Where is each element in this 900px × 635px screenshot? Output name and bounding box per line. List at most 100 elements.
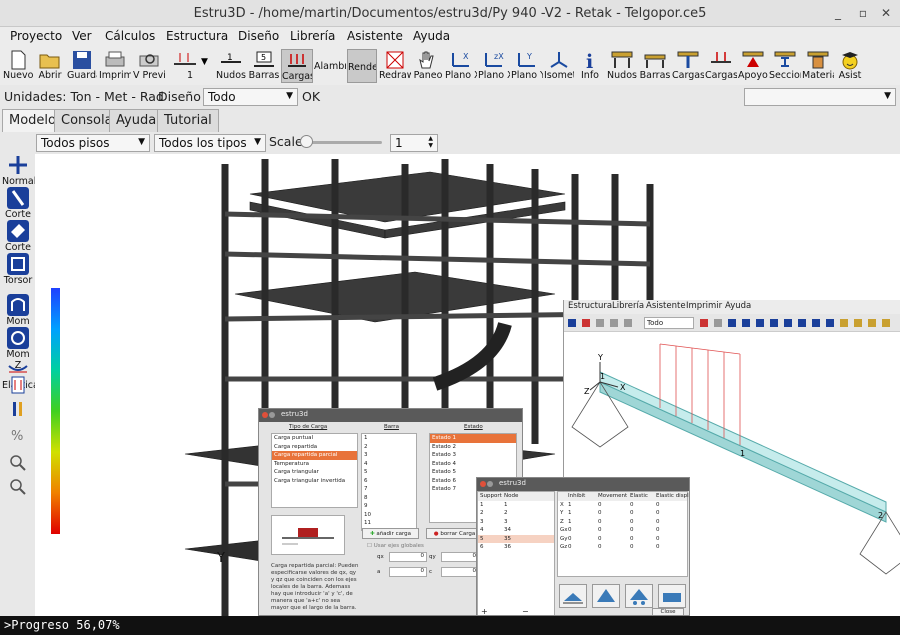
- redraw-button[interactable]: Redraw: [379, 49, 411, 83]
- result-tool-1-button[interactable]: [2, 374, 34, 396]
- list-item[interactable]: Estado 5: [430, 468, 516, 477]
- nuevo-button[interactable]: Nuevo: [3, 49, 33, 83]
- list-item[interactable]: Carga triangular: [272, 468, 357, 477]
- close-button[interactable]: ✕: [878, 5, 894, 21]
- remove-load-button[interactable]: ● borrar Carga: [426, 528, 483, 539]
- beam-menu-imprimir[interactable]: Imprimir: [686, 301, 722, 311]
- global-axes-checkbox[interactable]: ☐ Usar ejes globales: [367, 543, 424, 549]
- nudos-toggle-button[interactable]: 1 Nudos: [215, 49, 247, 83]
- close-icon[interactable]: [480, 481, 486, 487]
- alambrico-button[interactable]: Alambric: [314, 49, 346, 83]
- support-type-pinned-button[interactable]: [592, 584, 620, 608]
- list-item[interactable]: 1: [362, 434, 416, 443]
- minimize-button[interactable]: _: [830, 5, 846, 21]
- cargas-toggle-button[interactable]: Cargas: [281, 49, 313, 83]
- pisos-select[interactable]: Todos pisos ▼: [36, 134, 150, 152]
- barras-table-button[interactable]: Barras: [639, 49, 671, 83]
- diseno-select[interactable]: Todo ▼: [203, 88, 298, 106]
- list-item[interactable]: 7: [362, 485, 416, 494]
- list-item[interactable]: Carga repartida parcial: [272, 451, 357, 460]
- ok-button[interactable]: OK: [302, 89, 320, 104]
- menu-ver[interactable]: Ver: [72, 29, 92, 43]
- list-item[interactable]: 6: [362, 477, 416, 486]
- qx-input[interactable]: 0: [389, 552, 427, 562]
- render-button[interactable]: Render: [347, 49, 377, 83]
- qy-input[interactable]: 0: [441, 552, 479, 562]
- table-row[interactable]: 22: [478, 509, 554, 518]
- table-row[interactable]: 4 34: [478, 526, 554, 535]
- list-item[interactable]: Carga triangular invertida: [272, 477, 357, 486]
- scale-slider-track[interactable]: [302, 141, 382, 144]
- list-item[interactable]: 10: [362, 511, 416, 520]
- table-row[interactable]: 6 36: [478, 543, 554, 552]
- add-support-button[interactable]: +: [481, 607, 488, 615]
- table-row[interactable]: 5 35: [478, 534, 554, 543]
- menu-estructura[interactable]: Estructura: [166, 29, 228, 43]
- abrir-button[interactable]: Abrir: [35, 49, 65, 83]
- support-type-fixed-button[interactable]: [559, 584, 587, 608]
- vista-previa-button[interactable]: V Previa: [133, 49, 165, 83]
- list-item[interactable]: 9: [362, 502, 416, 511]
- menu-asistente[interactable]: Asistente: [347, 29, 403, 43]
- nudos-table-button[interactable]: Nudos: [606, 49, 638, 83]
- asistente-button[interactable]: Asist: [835, 49, 865, 83]
- maximize-button[interactable]: ▫: [855, 5, 871, 21]
- table-row[interactable]: Gz 0 0 0 0: [558, 543, 687, 552]
- zoom-out-button[interactable]: [2, 476, 34, 498]
- apoyos-button[interactable]: Apoyos: [738, 49, 768, 83]
- beam-menu-ayuda[interactable]: Ayuda: [725, 301, 751, 311]
- minimize-icon[interactable]: [269, 412, 275, 418]
- list-item[interactable]: Carga repartida: [272, 443, 357, 452]
- barras-toggle-button[interactable]: 5 Barras: [248, 49, 280, 83]
- c-input[interactable]: 0: [441, 567, 479, 577]
- support-type-elastic-button[interactable]: [658, 584, 686, 608]
- list-item[interactable]: Estado 3: [430, 451, 516, 460]
- menu-libreria[interactable]: Librería: [290, 29, 335, 43]
- beam-menu-asistente[interactable]: Asistente: [646, 301, 686, 311]
- imprimir-button[interactable]: Imprimir: [99, 49, 131, 83]
- table-row[interactable]: 11: [478, 501, 554, 510]
- load-state-selector[interactable]: ▼ 1: [168, 49, 212, 83]
- close-icon[interactable]: [262, 412, 268, 418]
- plano-xz-button[interactable]: zX Plano XZ: [478, 49, 510, 83]
- support-type-roller-button[interactable]: [625, 584, 653, 608]
- table-row[interactable]: Y1000: [558, 509, 687, 518]
- plano-xy-button[interactable]: X Plano XY: [445, 49, 477, 83]
- cargas-table-button[interactable]: Cargas: [672, 49, 704, 83]
- list-item[interactable]: 11: [362, 519, 416, 528]
- material-button[interactable]: Materia: [802, 49, 834, 83]
- result-tool-2-button[interactable]: [2, 398, 34, 420]
- table-row[interactable]: X1000: [558, 501, 687, 510]
- tab-tutorial[interactable]: Tutorial: [157, 109, 219, 132]
- right-select[interactable]: ▼: [744, 88, 896, 106]
- isometrica-button[interactable]: Isomet: [544, 49, 574, 83]
- add-load-button[interactable]: ✚ añadir carga: [362, 528, 419, 539]
- a-input[interactable]: 0: [389, 567, 427, 577]
- list-item[interactable]: 8: [362, 494, 416, 503]
- tipos-select[interactable]: Todos los tipos ▼: [154, 134, 266, 152]
- paneo-button[interactable]: Paneo: [412, 49, 444, 83]
- torsor-button[interactable]: Torsor: [2, 253, 34, 286]
- percent-tool-button[interactable]: %: [2, 424, 34, 446]
- remove-support-button[interactable]: −: [522, 607, 529, 615]
- cargas-p-table-button[interactable]: Cargas P: [705, 49, 737, 83]
- list-item[interactable]: Estado 1: [430, 434, 516, 443]
- scale-spinbox[interactable]: 1 ▲ ▼: [390, 134, 438, 152]
- tab-ayuda[interactable]: Ayuda: [109, 109, 164, 132]
- close-dialog-button[interactable]: Close: [652, 608, 684, 615]
- info-button[interactable]: i Info: [575, 49, 605, 83]
- list-item[interactable]: 2: [362, 443, 416, 452]
- scale-slider-handle[interactable]: [300, 135, 313, 148]
- model-viewport[interactable]: Y Estructura Librería Asistente Imprimir…: [35, 154, 900, 616]
- table-row[interactable]: Z1000: [558, 518, 687, 527]
- guardar-button[interactable]: Guardar: [67, 49, 97, 83]
- beam-menu-estructura[interactable]: Estructura: [568, 301, 612, 311]
- list-item[interactable]: 3: [362, 451, 416, 460]
- menu-diseno[interactable]: Diseño: [238, 29, 279, 43]
- list-item[interactable]: 4: [362, 460, 416, 469]
- minimize-icon[interactable]: [487, 481, 493, 487]
- table-row[interactable]: Gy 0 0 0 0: [558, 535, 687, 544]
- list-item[interactable]: 5: [362, 468, 416, 477]
- menu-proyecto[interactable]: Proyecto: [10, 29, 62, 43]
- zoom-in-button[interactable]: [2, 452, 34, 474]
